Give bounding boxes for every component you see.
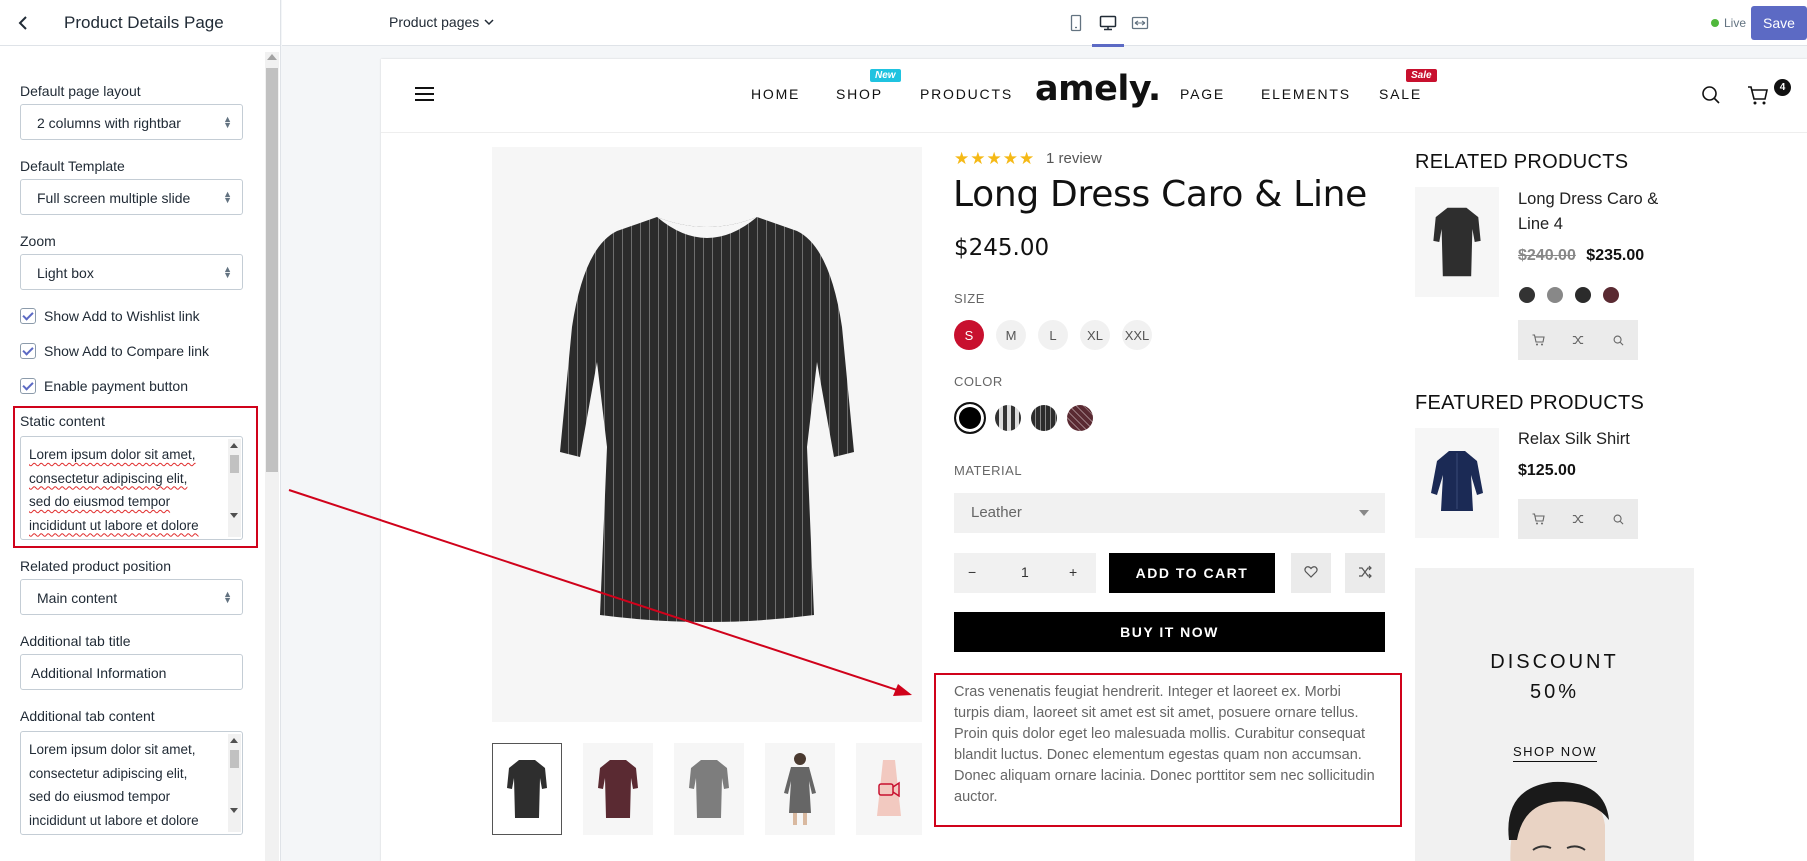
annotation-arrow-icon [288,489,912,696]
